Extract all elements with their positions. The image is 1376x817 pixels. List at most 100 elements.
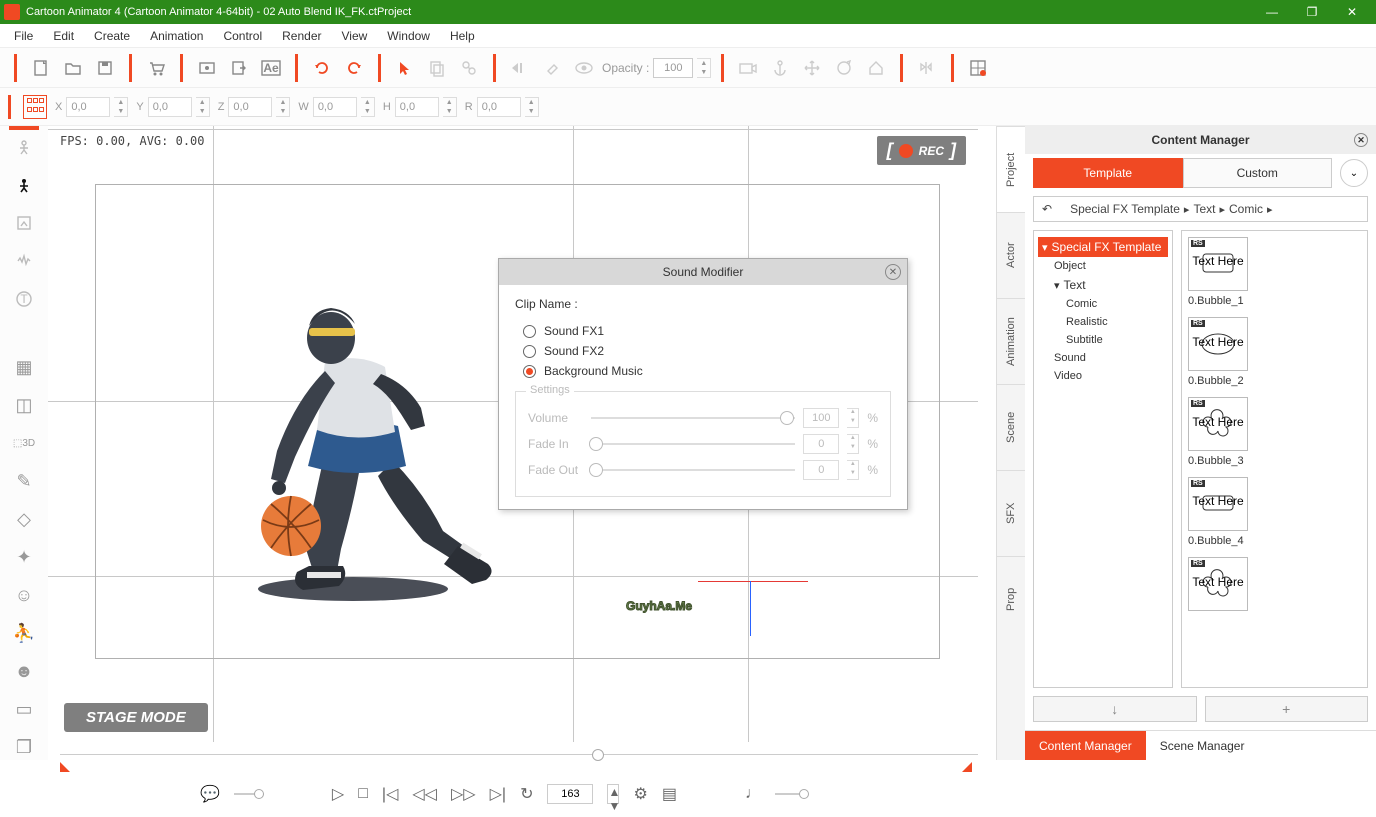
tree-item[interactable]: Video (1038, 367, 1168, 385)
side-tab-sfx[interactable]: SFX (997, 470, 1025, 556)
actor-tool-icon[interactable] (10, 134, 38, 160)
volume-input[interactable] (803, 408, 839, 428)
tool-3d-icon[interactable]: ⬚3D (10, 430, 38, 456)
actor-player[interactable] (213, 296, 513, 606)
tree-item[interactable]: Sound (1038, 349, 1168, 367)
add-button[interactable]: + (1205, 696, 1369, 722)
export-icon[interactable] (225, 54, 253, 82)
bubble-icon[interactable]: 💬 (200, 784, 220, 804)
menu-view[interactable]: View (331, 26, 377, 46)
loop-icon[interactable]: ↻ (520, 784, 533, 804)
prev-frame-icon[interactable]: ◁◁ (412, 784, 437, 804)
play-icon[interactable]: ▷ (332, 784, 344, 804)
timeline-in-marker[interactable] (60, 762, 70, 772)
menu-create[interactable]: Create (84, 26, 140, 46)
timeline-track[interactable] (60, 754, 978, 760)
undo-icon[interactable] (308, 54, 336, 82)
gear-icon[interactable]: ⚙ (633, 784, 647, 804)
spinner[interactable]: ▲▼ (847, 460, 859, 480)
coord-r-input[interactable] (477, 97, 521, 117)
open-file-icon[interactable] (59, 54, 87, 82)
side-tab-prop[interactable]: Prop (997, 556, 1025, 642)
spinner[interactable]: ▲▼ (114, 97, 128, 117)
crumb[interactable]: Comic (1229, 202, 1263, 216)
move-icon[interactable] (798, 54, 826, 82)
first-frame-icon[interactable]: |◁ (382, 784, 398, 804)
text-tool-icon[interactable]: T (10, 286, 38, 312)
grid-snap-icon[interactable] (23, 95, 47, 119)
radio-soundfx2[interactable]: Sound FX2 (515, 341, 891, 361)
panel-close-icon[interactable]: ✕ (1354, 133, 1368, 147)
record-button[interactable]: [REC] (877, 136, 966, 165)
spinner[interactable]: ▲▼ (196, 97, 210, 117)
thumb-item[interactable]: RSText Here0.Bubble_4 (1188, 477, 1361, 547)
sprite-tool-icon[interactable] (10, 210, 38, 236)
thumb-item[interactable]: RSText Here0.Bubble_2 (1188, 317, 1361, 387)
fadeout-slider[interactable] (591, 469, 795, 471)
volume-slider[interactable] (591, 417, 795, 419)
tool-icon[interactable]: ✦ (10, 544, 38, 570)
side-tab-actor[interactable]: Actor (997, 212, 1025, 298)
copy-icon[interactable] (423, 54, 451, 82)
spinner[interactable]: ▲▼ (276, 97, 290, 117)
frame-icon[interactable] (193, 54, 221, 82)
next-frame-icon[interactable]: ▷▷ (451, 784, 476, 804)
menu-window[interactable]: Window (377, 26, 440, 46)
btab-content-manager[interactable]: Content Manager (1025, 731, 1146, 760)
fadein-input[interactable] (803, 434, 839, 454)
tool-icon[interactable]: ☻ (10, 658, 38, 684)
back-icon[interactable]: ↶ (1042, 202, 1052, 216)
spinner[interactable]: ▲▼ (443, 97, 457, 117)
tree-item[interactable]: Comic (1038, 295, 1168, 313)
face-tool-icon[interactable]: ☺ (10, 582, 38, 608)
minimize-button[interactable]: — (1252, 0, 1292, 24)
link-icon[interactable] (455, 54, 483, 82)
coord-z-input[interactable] (228, 97, 272, 117)
mini-slider[interactable] (234, 793, 264, 795)
spinner[interactable]: ▲▼ (525, 97, 539, 117)
tool-icon[interactable]: ◫ (10, 392, 38, 418)
redo-icon[interactable] (340, 54, 368, 82)
tree-item[interactable]: Object (1038, 257, 1168, 275)
new-file-icon[interactable] (27, 54, 55, 82)
tree-item[interactable]: ▾ Special FX Template (1038, 237, 1168, 257)
timeline-out-marker[interactable] (962, 762, 972, 772)
menu-render[interactable]: Render (272, 26, 331, 46)
music-note-icon[interactable]: ♩ (745, 785, 761, 803)
maximize-button[interactable]: ❐ (1292, 0, 1332, 24)
ae-icon[interactable]: Ae (257, 54, 285, 82)
tool-icon[interactable]: ▭ (10, 696, 38, 722)
opacity-input[interactable] (653, 58, 693, 78)
mini-slider[interactable] (775, 793, 805, 795)
dialog-title[interactable]: Sound Modifier ✕ (499, 259, 907, 285)
spinner[interactable]: ▲▼ (361, 97, 375, 117)
tab-custom[interactable]: Custom (1183, 158, 1333, 188)
tool-icon[interactable]: ◇ (10, 506, 38, 532)
menu-animation[interactable]: Animation (140, 26, 213, 46)
breadcrumb[interactable]: ↶ Special FX Template▸ Text▸ Comic▸ (1033, 196, 1368, 222)
anchor-icon[interactable] (766, 54, 794, 82)
tool-icon[interactable]: ⛹ (10, 620, 38, 646)
eye-icon[interactable] (570, 54, 598, 82)
side-tab-animation[interactable]: Animation (997, 298, 1025, 384)
mirror-icon[interactable] (913, 54, 941, 82)
thumb-item[interactable]: RSText Here0.Bubble_3 (1188, 397, 1361, 467)
thumb-item[interactable]: RSText Here (1188, 557, 1361, 611)
radio-soundfx1[interactable]: Sound FX1 (515, 321, 891, 341)
side-tab-project[interactable]: Project (997, 126, 1025, 212)
canvas[interactable]: FPS: 0.00, AVG: 0.00 [REC] STAGE MODE (48, 126, 996, 760)
dialog-close-icon[interactable]: ✕ (885, 264, 901, 280)
tab-template[interactable]: Template (1033, 158, 1183, 188)
frame-spinner[interactable]: ▲▼ (607, 784, 619, 804)
thumb-item[interactable]: RSText Here0.Bubble_1 (1188, 237, 1361, 307)
stop-icon[interactable]: □ (358, 785, 368, 803)
tree-item[interactable]: ▾ Text (1038, 275, 1168, 295)
grid-toggle-icon[interactable] (964, 54, 992, 82)
side-tab-scene[interactable]: Scene (997, 384, 1025, 470)
audio-tool-icon[interactable] (10, 248, 38, 274)
camera-icon[interactable] (734, 54, 762, 82)
home-icon[interactable] (862, 54, 890, 82)
bone-tool-icon[interactable] (10, 172, 38, 198)
coord-h-input[interactable] (395, 97, 439, 117)
close-button[interactable]: ✕ (1332, 0, 1372, 24)
